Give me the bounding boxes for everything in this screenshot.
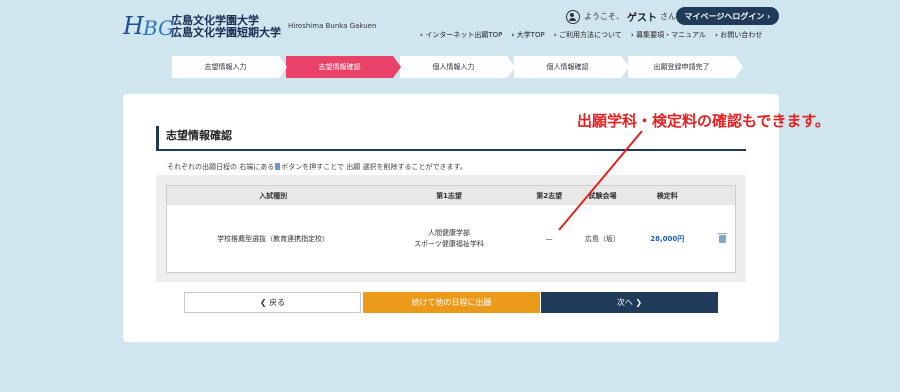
- annotation-callout: 出願学科・検定料の確認もできます。: [577, 112, 830, 130]
- annotation-pointer-line: [558, 130, 643, 231]
